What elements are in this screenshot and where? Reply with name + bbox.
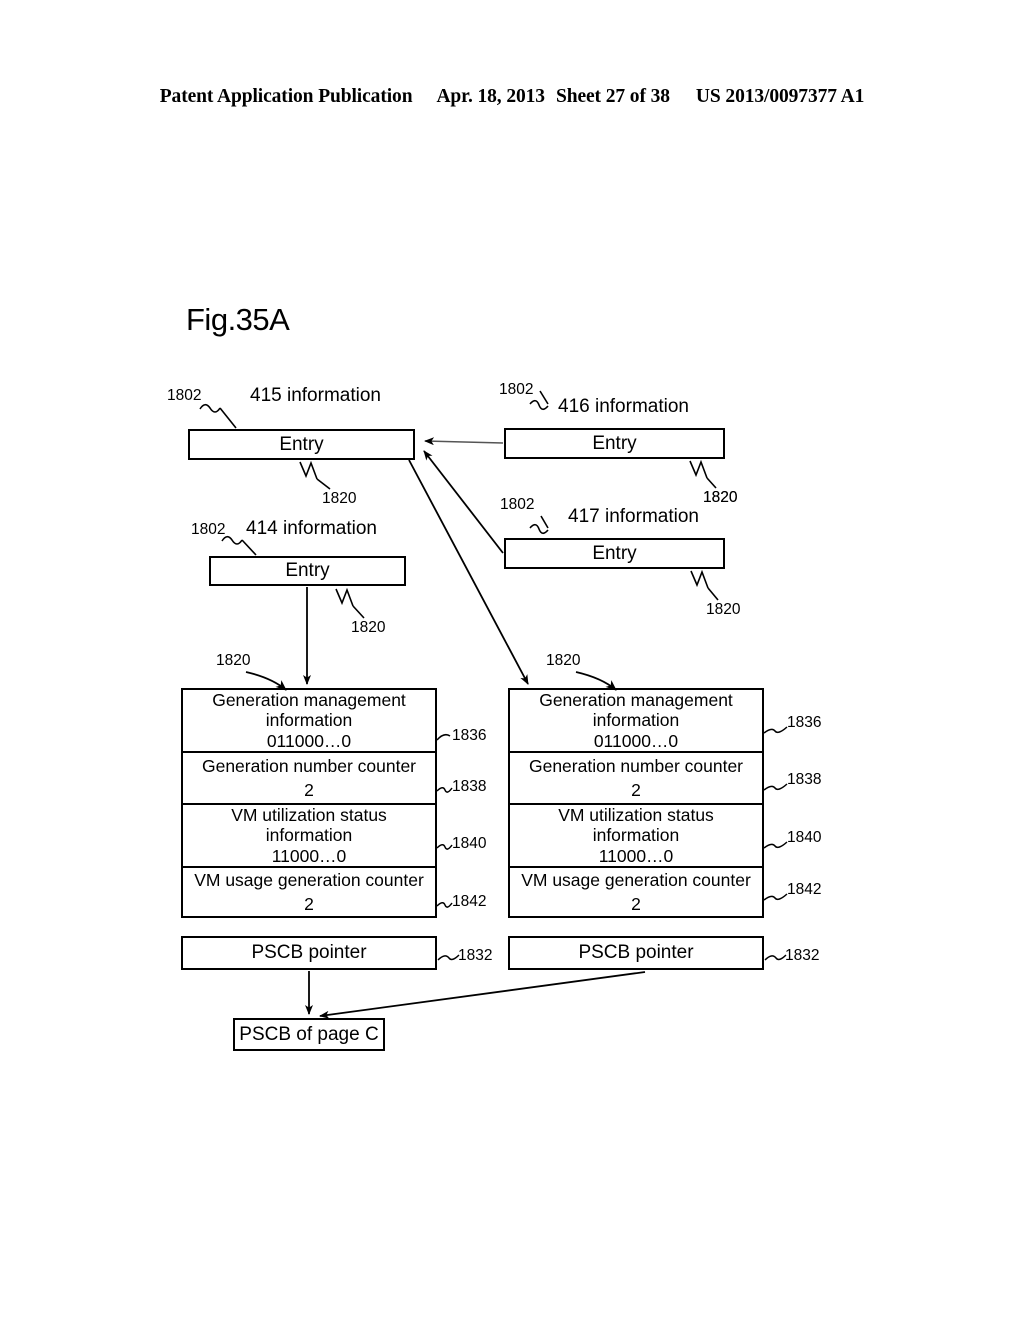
- table-row: VM utilization status information 11000……: [181, 803, 437, 866]
- table-row: Generation management information 011000…: [508, 688, 764, 751]
- vm-usage-counter-label: VM usage generation counter: [194, 869, 424, 890]
- pscb-pointer-label: PSCB pointer: [578, 942, 694, 964]
- ref-1842-right: 1842: [787, 881, 822, 898]
- gen-mgmt-line2: information: [265, 710, 353, 731]
- entry-box-417: Entry: [504, 538, 725, 569]
- entry-label: Entry: [592, 542, 637, 564]
- leader-1838-right: [763, 783, 788, 791]
- vm-util-line1: VM utilization status: [558, 805, 714, 826]
- leader-1840-left: [436, 844, 453, 850]
- vm-util-value: 11000…0: [598, 845, 674, 866]
- leader-1820-414: [335, 587, 365, 619]
- arrow-415-to-right-table: [408, 459, 529, 685]
- gen-mgmt-line1: Generation management: [539, 690, 733, 711]
- ref-1802-415: 1802: [167, 387, 202, 404]
- arrow-pscb-right-to-page-c: [319, 971, 646, 1019]
- page-header: Patent Application Publication Apr. 18, 2…: [0, 86, 1024, 108]
- arrow-416-to-415: [424, 437, 504, 446]
- table-row: Generation management information 011000…: [181, 688, 437, 751]
- vm-usage-counter-label: VM usage generation counter: [521, 869, 751, 890]
- gen-mgmt-line2: information: [592, 710, 680, 731]
- entry-box-415: Entry: [188, 429, 415, 460]
- table-row: VM utilization status information 11000……: [508, 803, 764, 866]
- leader-1836-left: [436, 733, 451, 741]
- entry-box-414: Entry: [209, 556, 406, 586]
- ref-1838-left: 1838: [452, 778, 487, 795]
- table-row: Generation number counter 2: [181, 751, 437, 803]
- header-date: Apr. 18, 2013: [436, 86, 545, 107]
- vm-util-line2: information: [592, 825, 680, 846]
- ref-1820-417: 1820: [706, 601, 741, 618]
- entry-label: Entry: [279, 433, 324, 455]
- ref-1820-414: 1820: [351, 619, 386, 636]
- ref-1840-right: 1840: [787, 829, 822, 846]
- connector-overlay: [199, 390, 788, 1019]
- leader-1802-415: [199, 403, 237, 429]
- leader-1820-415: [299, 460, 331, 490]
- table-row: Generation number counter 2: [508, 751, 764, 803]
- pscb-of-page-c-label: PSCB of page C: [239, 1023, 379, 1045]
- entry-box-416: Entry: [504, 428, 725, 459]
- gen-num-counter-value: 2: [631, 780, 641, 800]
- vm-util-line2: information: [265, 825, 353, 846]
- gen-mgmt-line1: Generation management: [212, 690, 406, 711]
- gen-num-counter-label: Generation number counter: [528, 755, 744, 776]
- leader-1842-left: [436, 902, 453, 908]
- ref-1838-right: 1838: [787, 771, 822, 788]
- patent-figure-page: Patent Application Publication Apr. 18, 2…: [0, 0, 1024, 1320]
- ref-1840-left: 1840: [452, 835, 487, 852]
- pscb-pointer-box-right: PSCB pointer: [508, 936, 764, 970]
- label-414-information: 414 information: [246, 518, 377, 539]
- header-publication: Patent Application Publication: [159, 86, 413, 107]
- entry-label: Entry: [285, 560, 330, 582]
- leader-1836-right: [763, 726, 788, 734]
- gen-mgmt-value: 011000…0: [593, 730, 679, 751]
- leader-1832-left: [437, 954, 460, 961]
- pscb-pointer-label: PSCB pointer: [251, 942, 367, 964]
- label-416-information: 416 information: [558, 396, 689, 417]
- leader-1840-right: [763, 841, 788, 849]
- ref-1802-417: 1802: [500, 496, 535, 513]
- leader-1842-right: [763, 893, 788, 901]
- ref-1802-416: 1802: [499, 381, 534, 398]
- table-row: VM usage generation counter 2: [181, 866, 437, 918]
- vm-usage-counter-value: 2: [304, 894, 314, 914]
- entry-label: Entry: [592, 432, 637, 454]
- ref-1820-table-right: 1820: [546, 652, 581, 669]
- label-417-information: 417 information: [568, 506, 699, 527]
- vm-util-line1: VM utilization status: [231, 805, 387, 826]
- ref-1820-416-tail: 1820: [703, 489, 738, 506]
- leader-1820-417: [690, 569, 719, 601]
- ref-1832-right: 1832: [785, 947, 820, 964]
- vm-usage-counter-value: 2: [631, 894, 641, 914]
- leader-1838-left: [436, 787, 453, 793]
- leader-1802-417: [529, 515, 549, 535]
- ref-1820-table-left: 1820: [216, 652, 251, 669]
- header-sheet: Sheet 27 of 38: [555, 86, 670, 107]
- header-patent-number: US 2013/0097377 A1: [695, 86, 865, 107]
- ref-1842-left: 1842: [452, 893, 487, 910]
- arrow-417-to-415: [423, 450, 504, 554]
- ref-1836-right: 1836: [787, 714, 822, 731]
- pscb-of-page-c-box: PSCB of page C: [233, 1018, 385, 1051]
- ref-1832-left: 1832: [458, 947, 493, 964]
- ref-1820-415: 1820: [322, 490, 357, 507]
- gen-num-counter-value: 2: [304, 780, 314, 800]
- pscb-pointer-box-left: PSCB pointer: [181, 936, 437, 970]
- leader-1832-right: [764, 954, 787, 961]
- table-row: VM usage generation counter 2: [508, 866, 764, 918]
- leader-1820-416: [689, 459, 717, 489]
- gen-num-counter-label: Generation number counter: [201, 755, 417, 776]
- ref-1802-414: 1802: [191, 521, 226, 538]
- gen-mgmt-value: 011000…0: [266, 730, 352, 751]
- ref-1836-left: 1836: [452, 727, 487, 744]
- label-415-information: 415 information: [250, 385, 381, 406]
- vm-util-value: 11000…0: [271, 845, 347, 866]
- figure-title: Fig.35A: [186, 302, 290, 337]
